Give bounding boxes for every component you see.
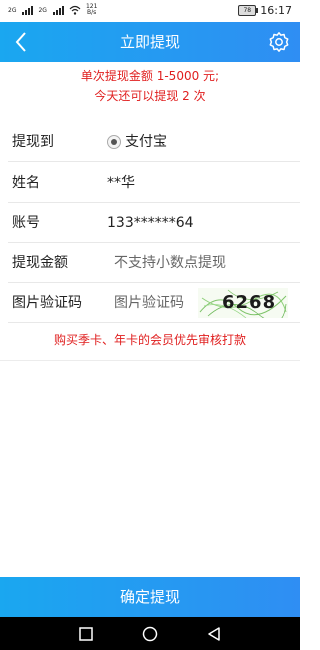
status-left: 2G 2G 121 B/s [8,4,97,16]
account-label: 账号 [12,215,40,231]
status-bar: 2G 2G 121 B/s 78 16:17 [0,0,300,22]
notice-line-1: 单次提现金额 1-5000 元; [80,69,220,83]
status-right: 78 16:17 [238,4,292,17]
withdraw-to-label: 提现到 [12,134,54,150]
system-nav-bar [0,617,300,650]
recent-apps-icon[interactable] [78,626,94,642]
promo-text: 购买季卡、年卡的会员优先审核打款 [53,333,246,347]
net-speed-unit: B/s [87,9,97,16]
withdraw-page: 2G 2G 121 B/s 78 16:17 立即提现 单次提现金额 1-500… [0,0,300,650]
divider [8,322,300,323]
alipay-option-label[interactable]: 支付宝 [125,122,167,162]
name-label: 姓名 [12,175,40,191]
signal2-label: 2G [38,6,47,14]
account-value: 133******64 [107,215,194,231]
page-title: 立即提现 [119,33,180,51]
back-triangle-icon[interactable] [206,626,222,642]
clock: 16:17 [260,4,292,17]
wifi-icon [69,5,81,15]
row-captcha: 图片验证码 6268 [0,283,300,323]
alipay-radio[interactable] [107,135,121,149]
row-name: 姓名 **华 [0,163,300,203]
amount-label: 提现金额 [12,255,68,271]
row-amount: 提现金额 [0,243,300,283]
divider [8,161,300,162]
notice-line-2: 今天还可以提现 2 次 [94,89,206,103]
net-speed: 121 B/s [86,4,97,16]
signal-icon [52,5,64,15]
withdraw-notice: 单次提现金额 1-5000 元; 今天还可以提现 2 次 [0,66,300,106]
row-withdraw-to: 提现到 支付宝 [0,122,300,162]
gear-icon[interactable] [268,31,290,53]
name-value: **华 [107,175,135,191]
captcha-label: 图片验证码 [12,295,82,311]
captcha-image[interactable]: 6268 [198,288,288,318]
nav-bar: 立即提现 [0,22,300,62]
signal-icon [22,5,34,15]
row-account: 账号 133******64 [0,203,300,243]
captcha-code: 6268 [222,292,277,313]
battery-icon: 78 [238,5,259,16]
signal1-label: 2G [8,6,17,14]
captcha-input[interactable] [114,289,194,317]
amount-input[interactable] [114,249,289,277]
home-icon[interactable] [142,626,158,642]
confirm-withdraw-button[interactable]: 确定提现 [0,577,300,617]
divider [0,360,300,361]
